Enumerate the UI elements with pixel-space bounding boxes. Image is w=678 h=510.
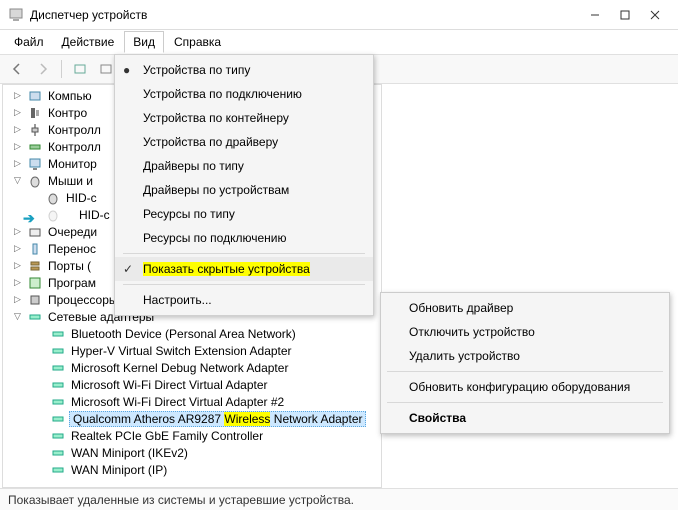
back-button[interactable]: [6, 58, 28, 80]
forward-button[interactable]: [32, 58, 54, 80]
menu-separator: [123, 253, 365, 254]
tree-node[interactable]: Microsoft Wi-Fi Direct Virtual Adapter #…: [3, 393, 381, 410]
menu-help[interactable]: Справка: [166, 32, 229, 52]
menu-devices-by-type[interactable]: ●Устройства по типу: [115, 58, 373, 82]
view-dropdown-menu: ●Устройства по типу Устройства по подклю…: [114, 54, 374, 316]
tree-node[interactable]: Microsoft Wi-Fi Direct Virtual Adapter: [3, 376, 381, 393]
device-context-menu: Обновить драйвер Отключить устройство Уд…: [380, 292, 670, 434]
status-text: Показывает удаленные из системы и устаре…: [8, 493, 354, 507]
menu-show-hidden-devices[interactable]: ✓Показать скрытые устройства: [115, 257, 373, 281]
tree-node[interactable]: Hyper-V Virtual Switch Extension Adapter: [3, 342, 381, 359]
app-icon: [8, 7, 24, 23]
menu-customize[interactable]: Настроить...: [115, 288, 373, 312]
tree-node-selected[interactable]: Qualcomm Atheros AR9287 Wireless Network…: [3, 410, 381, 427]
menu-view[interactable]: Вид: [124, 31, 164, 53]
menu-drivers-by-device[interactable]: Драйверы по устройствам: [115, 178, 373, 202]
maximize-button[interactable]: [610, 3, 640, 27]
ctx-scan-hardware[interactable]: Обновить конфигурацию оборудования: [381, 375, 669, 399]
tree-node[interactable]: WAN Miniport (IP): [3, 461, 381, 478]
close-button[interactable]: [640, 3, 670, 27]
minimize-button[interactable]: [580, 3, 610, 27]
menu-devices-by-container[interactable]: Устройства по контейнеру: [115, 106, 373, 130]
tree-node[interactable]: Microsoft Kernel Debug Network Adapter: [3, 359, 381, 376]
menu-separator: [387, 402, 663, 403]
ctx-disable-device[interactable]: Отключить устройство: [381, 320, 669, 344]
statusbar: Показывает удаленные из системы и устаре…: [0, 488, 678, 510]
toolbar-icon[interactable]: [69, 58, 91, 80]
ctx-update-driver[interactable]: Обновить драйвер: [381, 296, 669, 320]
menu-separator: [387, 371, 663, 372]
menu-separator: [123, 284, 365, 285]
tree-node[interactable]: Bluetooth Device (Personal Area Network): [3, 325, 381, 342]
menu-action[interactable]: Действие: [54, 32, 123, 52]
titlebar: Диспетчер устройств: [0, 0, 678, 30]
pointer-arrow-icon: ➔: [23, 210, 35, 227]
ctx-uninstall-device[interactable]: Удалить устройство: [381, 344, 669, 368]
ctx-properties[interactable]: Свойства: [381, 406, 669, 430]
selected-adapter-label: Qualcomm Atheros AR9287 Wireless Network…: [69, 411, 366, 427]
menu-resources-by-type[interactable]: Ресурсы по типу: [115, 202, 373, 226]
menubar: Файл Действие Вид Справка: [0, 30, 678, 54]
window-title: Диспетчер устройств: [30, 8, 580, 22]
tree-node[interactable]: Realtek PCIe GbE Family Controller: [3, 427, 381, 444]
tree-node[interactable]: WAN Miniport (IKEv2): [3, 444, 381, 461]
menu-devices-by-connection[interactable]: Устройства по подключению: [115, 82, 373, 106]
menu-drivers-by-type[interactable]: Драйверы по типу: [115, 154, 373, 178]
menu-resources-by-connection[interactable]: Ресурсы по подключению: [115, 226, 373, 250]
menu-file[interactable]: Файл: [6, 32, 52, 52]
menu-devices-by-driver[interactable]: Устройства по драйверу: [115, 130, 373, 154]
